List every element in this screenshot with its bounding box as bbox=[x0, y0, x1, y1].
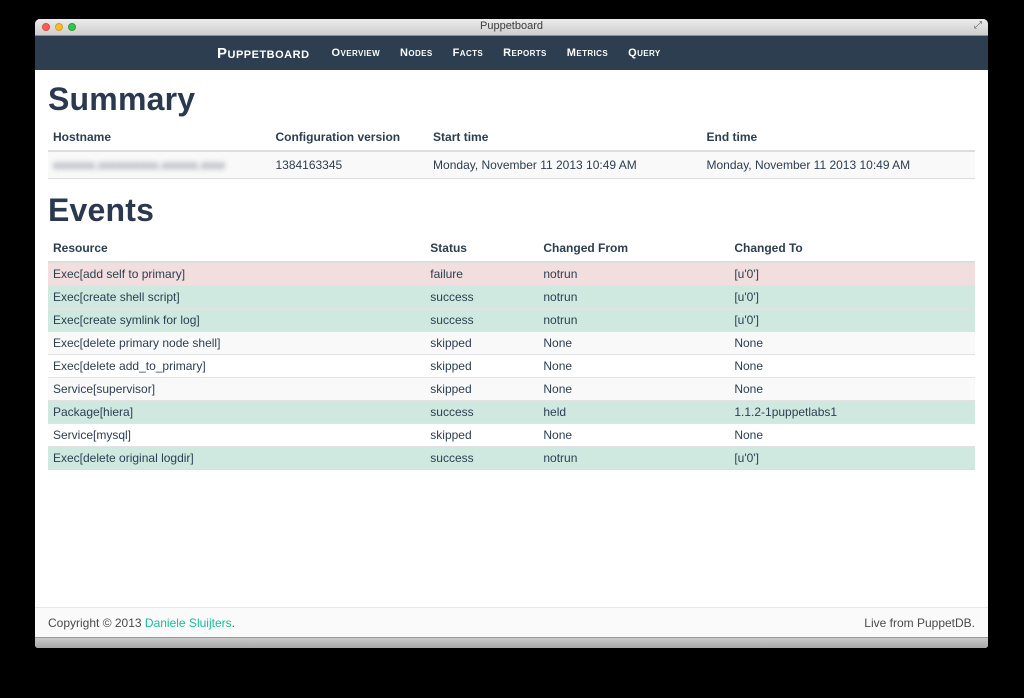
event-status: skipped bbox=[425, 378, 538, 401]
event-status: failure bbox=[425, 262, 538, 286]
event-changed-from: notrun bbox=[538, 262, 729, 286]
event-row: Exec[delete add_to_primary] skipped None… bbox=[48, 355, 975, 378]
event-status: skipped bbox=[425, 355, 538, 378]
event-resource: Exec[create symlink for log] bbox=[48, 309, 425, 332]
nav-items: Overview Nodes Facts Reports Metrics Que… bbox=[322, 36, 671, 70]
browser-status-bar bbox=[35, 637, 988, 648]
navbar-brand[interactable]: Puppetboard bbox=[217, 45, 310, 62]
nav-item-reports[interactable]: Reports bbox=[493, 36, 557, 70]
nav-item-query[interactable]: Query bbox=[618, 36, 671, 70]
summary-row: xxxxxxx.xxxxxxxxxx.xxxxxx.xxxx 138416334… bbox=[48, 151, 975, 179]
summary-table: Hostname Configuration version Start tim… bbox=[48, 125, 975, 179]
event-changed-to: None bbox=[729, 378, 975, 401]
resize-icon[interactable]: ⤢ bbox=[974, 20, 982, 31]
event-changed-to: None bbox=[729, 332, 975, 355]
summary-col-end-time: End time bbox=[702, 125, 976, 151]
event-status: success bbox=[425, 447, 538, 470]
summary-header-row: Hostname Configuration version Start tim… bbox=[48, 125, 975, 151]
event-status: success bbox=[425, 309, 538, 332]
summary-col-config-version: Configuration version bbox=[270, 125, 428, 151]
event-resource: Package[hiera] bbox=[48, 401, 425, 424]
hostname-cell: xxxxxxx.xxxxxxxxxx.xxxxxx.xxxx bbox=[48, 151, 270, 179]
event-changed-from: notrun bbox=[538, 447, 729, 470]
copyright-suffix: . bbox=[232, 616, 235, 630]
summary-col-start-time: Start time bbox=[428, 125, 701, 151]
nav-item-facts[interactable]: Facts bbox=[443, 36, 494, 70]
events-col-changed-to: Changed To bbox=[729, 236, 975, 262]
event-resource: Exec[add self to primary] bbox=[48, 262, 425, 286]
events-col-changed-from: Changed From bbox=[538, 236, 729, 262]
nav-item-metrics[interactable]: Metrics bbox=[557, 36, 618, 70]
main-content: Summary Hostname Configuration version S… bbox=[35, 70, 988, 607]
nav-item-overview[interactable]: Overview bbox=[322, 36, 391, 70]
events-header-row: Resource Status Changed From Changed To bbox=[48, 236, 975, 262]
events-col-status: Status bbox=[425, 236, 538, 262]
copyright: Copyright © 2013 Daniele Sluijters. bbox=[48, 616, 235, 630]
browser-window: Puppetboard ⤢ Puppetboard Overview Nodes… bbox=[35, 19, 988, 648]
window-titlebar[interactable]: Puppetboard ⤢ bbox=[35, 19, 988, 36]
event-row: Service[supervisor] skipped None None bbox=[48, 378, 975, 401]
event-resource: Service[supervisor] bbox=[48, 378, 425, 401]
event-changed-to: 1.1.2-1puppetlabs1 bbox=[729, 401, 975, 424]
end-time-cell: Monday, November 11 2013 10:49 AM bbox=[702, 151, 976, 179]
author-link[interactable]: Daniele Sluijters bbox=[145, 616, 232, 630]
events-heading: Events bbox=[48, 193, 975, 228]
events-table: Resource Status Changed From Changed To … bbox=[48, 236, 975, 470]
copyright-prefix: Copyright © 2013 bbox=[48, 616, 145, 630]
event-status: skipped bbox=[425, 332, 538, 355]
hostname-redacted: xxxxxxx.xxxxxxxxxx.xxxxxx.xxxx bbox=[53, 158, 225, 172]
event-resource: Service[mysql] bbox=[48, 424, 425, 447]
config-version-cell: 1384163345 bbox=[270, 151, 428, 179]
live-from-puppetdb: Live from PuppetDB. bbox=[864, 616, 975, 630]
event-changed-to: None bbox=[729, 424, 975, 447]
event-changed-to: None bbox=[729, 355, 975, 378]
event-status: success bbox=[425, 286, 538, 309]
event-changed-from: None bbox=[538, 378, 729, 401]
start-time-cell: Monday, November 11 2013 10:49 AM bbox=[428, 151, 701, 179]
event-changed-from: None bbox=[538, 332, 729, 355]
navbar: Puppetboard Overview Nodes Facts Reports… bbox=[35, 36, 988, 70]
event-row: Service[mysql] skipped None None bbox=[48, 424, 975, 447]
event-changed-from: notrun bbox=[538, 309, 729, 332]
event-changed-from: held bbox=[538, 401, 729, 424]
event-row: Exec[create symlink for log] success not… bbox=[48, 309, 975, 332]
event-status: skipped bbox=[425, 424, 538, 447]
window-title: Puppetboard bbox=[35, 20, 988, 32]
nav-item-nodes[interactable]: Nodes bbox=[390, 36, 443, 70]
event-changed-to: [u'0'] bbox=[729, 309, 975, 332]
event-row: Package[hiera] success held 1.1.2-1puppe… bbox=[48, 401, 975, 424]
event-changed-to: [u'0'] bbox=[729, 447, 975, 470]
summary-heading: Summary bbox=[48, 82, 975, 117]
event-changed-from: notrun bbox=[538, 286, 729, 309]
event-resource: Exec[delete original logdir] bbox=[48, 447, 425, 470]
event-changed-to: [u'0'] bbox=[729, 262, 975, 286]
event-resource: Exec[delete primary node shell] bbox=[48, 332, 425, 355]
event-resource: Exec[create shell script] bbox=[48, 286, 425, 309]
event-row: Exec[delete primary node shell] skipped … bbox=[48, 332, 975, 355]
event-changed-from: None bbox=[538, 355, 729, 378]
event-row: Exec[add self to primary] failure notrun… bbox=[48, 262, 975, 286]
event-status: success bbox=[425, 401, 538, 424]
event-resource: Exec[delete add_to_primary] bbox=[48, 355, 425, 378]
event-changed-to: [u'0'] bbox=[729, 286, 975, 309]
event-changed-from: None bbox=[538, 424, 729, 447]
events-col-resource: Resource bbox=[48, 236, 425, 262]
footer: Copyright © 2013 Daniele Sluijters. Live… bbox=[35, 607, 988, 637]
summary-col-hostname: Hostname bbox=[48, 125, 270, 151]
event-row: Exec[delete original logdir] success not… bbox=[48, 447, 975, 470]
event-row: Exec[create shell script] success notrun… bbox=[48, 286, 975, 309]
